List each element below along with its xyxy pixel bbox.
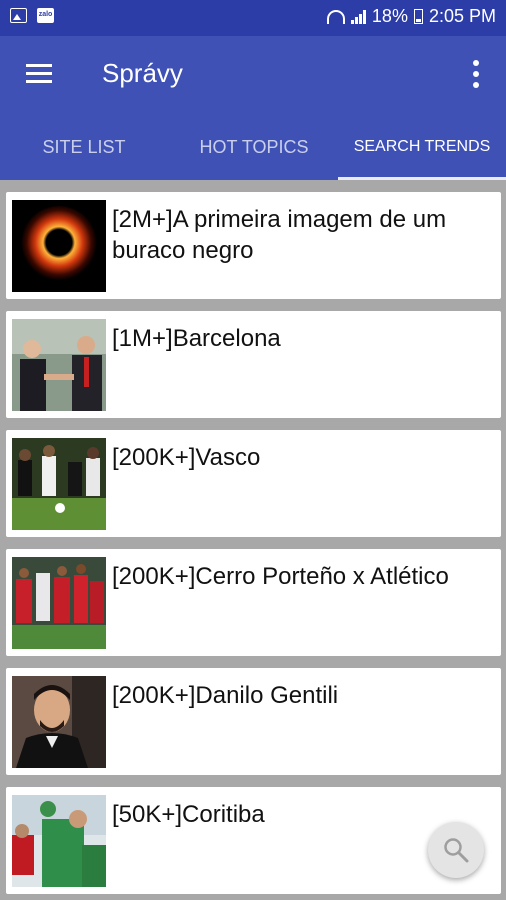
signal-icon	[350, 9, 366, 24]
trend-title: [1M+]Barcelona	[112, 325, 281, 352]
battery-icon	[413, 9, 423, 24]
list-item[interactable]: [1M+]Barcelona	[6, 311, 501, 418]
search-icon	[444, 838, 469, 863]
tab-search-trends[interactable]: SEARCH TRENDS	[338, 114, 506, 180]
list-item[interactable]: [2M+]A primeira imagem de um buraco negr…	[6, 192, 501, 299]
thumbnail-image	[12, 676, 106, 768]
trend-title: [200K+]Danilo Gentili	[112, 682, 339, 709]
thumbnail-image	[12, 319, 106, 411]
tab-bar: SITE LIST HOT TOPICS SEARCH TRENDS	[0, 114, 506, 180]
list-item[interactable]: [200K+]Danilo Gentili	[6, 668, 501, 775]
menu-icon[interactable]	[26, 64, 52, 84]
wifi-icon	[326, 9, 345, 24]
trend-title: [50K+]Coritiba	[112, 801, 265, 828]
battery-percent: 18%	[371, 6, 408, 26]
status-bar: zalo 18% 2:05 PM	[0, 0, 506, 36]
trend-title: [2M+]A primeira imagem de um buraco negr…	[112, 206, 447, 264]
list-item[interactable]: [50K+]Coritiba	[6, 787, 501, 894]
list-item[interactable]: [200K+]Cerro Porteño x Atlético	[6, 549, 501, 656]
thumbnail-image	[12, 795, 106, 887]
thumbnail-image	[12, 438, 106, 530]
trend-title: [200K+]Vasco	[112, 444, 261, 471]
thumbnail-image	[12, 557, 106, 649]
tab-indicator	[338, 177, 506, 180]
clock: 2:05 PM	[428, 6, 496, 26]
more-options-icon[interactable]	[472, 60, 480, 90]
zalo-notification-icon: zalo	[37, 8, 54, 23]
thumbnail-image	[12, 200, 106, 292]
search-fab-button[interactable]	[428, 822, 484, 878]
trend-title: [200K+]Cerro Porteño x Atlético	[112, 563, 449, 590]
gallery-notification-icon	[10, 8, 27, 23]
tab-site-list[interactable]: SITE LIST	[0, 114, 168, 180]
app-title: Správy	[102, 58, 183, 88]
list-item[interactable]: [200K+]Vasco	[6, 430, 501, 537]
tab-hot-topics[interactable]: HOT TOPICS	[170, 114, 338, 180]
app-bar: Správy	[0, 36, 506, 114]
